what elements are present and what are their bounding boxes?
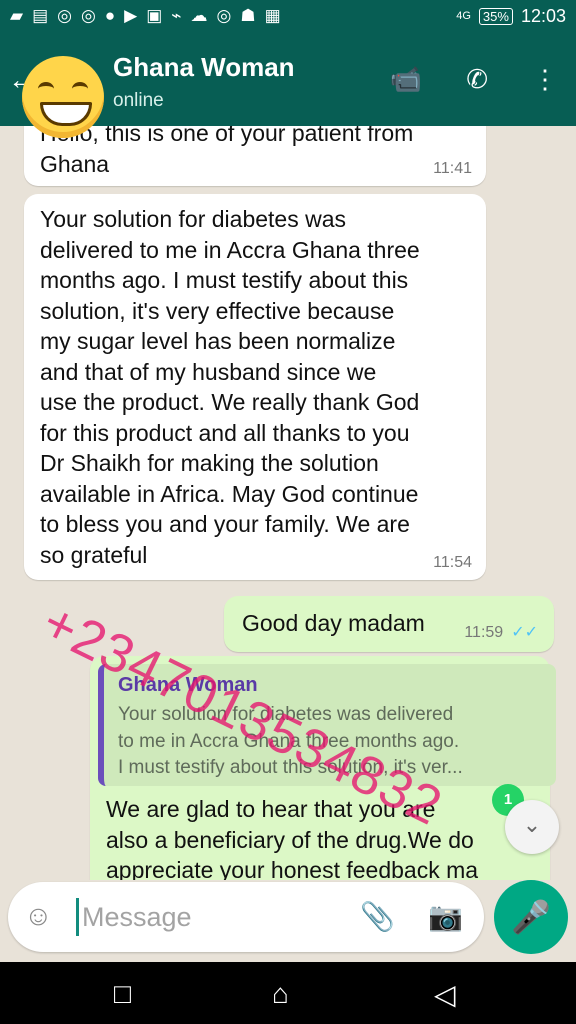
recent-apps-icon[interactable]: □ (114, 978, 131, 1010)
more-icon: ● (104, 6, 116, 25)
instagram-icon: ◎ (57, 6, 72, 25)
message-composer[interactable]: ☺ Message 📎 📷 (8, 882, 484, 952)
home-icon[interactable]: ⌂ (272, 978, 289, 1010)
avatar-left-eye (38, 82, 54, 96)
chevron-down-icon: ⌄ (522, 812, 542, 837)
status-bar: ▰ ▤ ◎ ◎ ● ▶ ▣ ⌁ ☁ ◎ ☗ ▦ 4G 35% 12:03 (0, 0, 576, 34)
avatar-right-eye (72, 82, 88, 96)
avatar[interactable] (22, 56, 104, 138)
attach-icon[interactable]: 📎 (360, 900, 395, 933)
notify-icon: ⌁ (171, 6, 182, 25)
battery-indicator: 35% (478, 8, 513, 25)
scroll-down-button[interactable]: ⌄ (505, 800, 559, 854)
message-text: Hello, this is one of your patient from … (40, 126, 414, 177)
phone-call-icon[interactable]: ✆ (466, 64, 488, 95)
message-list[interactable]: Hello, this is one of your patient from … (0, 126, 576, 880)
video-call-icon[interactable]: 📹 (390, 64, 422, 95)
message-time: 11:54 (433, 554, 472, 571)
chat-status: online (113, 90, 164, 111)
play-icon: ▶ (124, 6, 138, 25)
reply-message: Ghana Woman Your solution for diabetes w… (90, 656, 556, 880)
quoted-text: Your solution for diabetes was delivered… (118, 704, 463, 778)
text-cursor (76, 898, 79, 936)
profile-icon: ☗ (240, 6, 256, 25)
mic-button[interactable]: 🎤 (494, 880, 568, 954)
message-text: Your solution for diabetes was delivered… (40, 206, 420, 568)
double-check-icon: ✓✓ (511, 624, 538, 641)
outgoing-message: Good day madam 11:59 ✓✓ (224, 596, 554, 652)
cloud-icon: ☁ (190, 6, 208, 25)
incoming-message-2: Your solution for diabetes was delivered… (24, 194, 486, 580)
instagram-icon: ◎ (216, 6, 232, 25)
more-options-icon[interactable]: ⋮ (532, 64, 558, 95)
network-label: 4G (456, 10, 471, 22)
message-status: 11:59 ✓✓ (464, 622, 538, 642)
message-time: 11:59 (464, 624, 504, 641)
app-icon: ▰ (10, 6, 24, 25)
chat-header: ← Ghana Woman online 📹 ✆ ⋮ (0, 34, 576, 138)
message-time: 11:41 (433, 160, 472, 177)
avatar-mouth (40, 102, 92, 126)
instagram-icon: ◎ (80, 6, 96, 25)
quoted-author: Ghana Woman (118, 674, 258, 696)
image-icon: ▣ (146, 6, 163, 25)
message-text: Good day madam (242, 610, 425, 636)
emoji-icon[interactable]: ☺ (24, 900, 53, 932)
status-icons: ▰ ▤ ◎ ◎ ● ▶ ▣ ⌁ ☁ ◎ ☗ ▦ (10, 6, 281, 26)
quoted-message[interactable]: Ghana Woman Your solution for diabetes w… (98, 664, 556, 786)
chat-title[interactable]: Ghana Woman (113, 52, 295, 83)
message-input[interactable]: Message (82, 902, 192, 933)
chat-icon: ▤ (32, 6, 49, 25)
system-navigation: □ ⌂ ◁ (0, 962, 576, 1024)
back-nav-icon[interactable]: ◁ (434, 978, 456, 1011)
mic-icon: 🎤 (511, 899, 551, 935)
clock: 12:03 (520, 6, 566, 26)
camera-icon[interactable]: 📷 (428, 900, 463, 933)
card-icon: ▦ (264, 6, 281, 25)
message-text: We are glad to hear that you are also a … (106, 796, 479, 880)
incoming-message-1: Hello, this is one of your patient from … (24, 126, 486, 186)
